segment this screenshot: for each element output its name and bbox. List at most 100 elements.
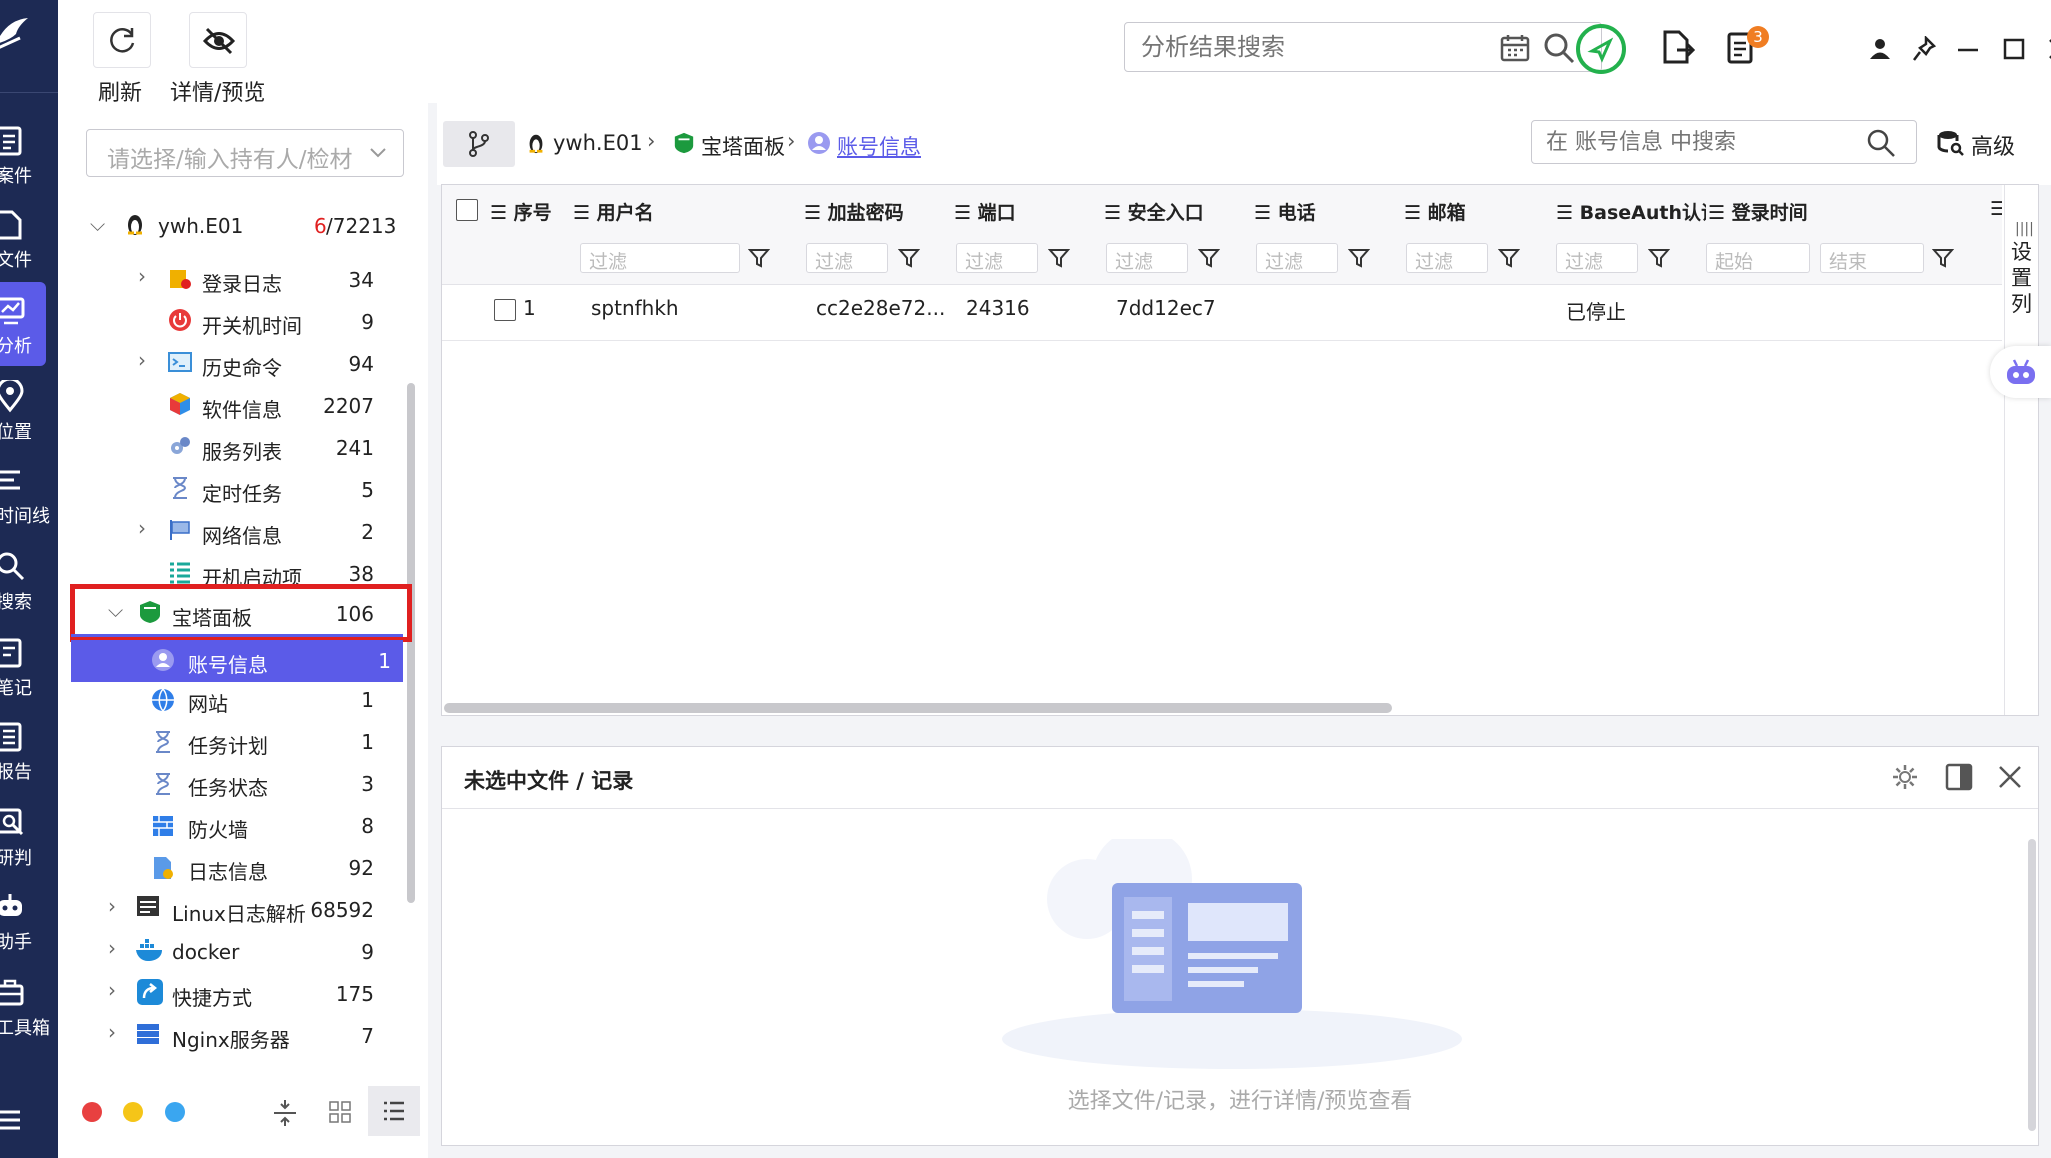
rail-item-report[interactable]: 报告 [0,708,58,792]
filter-login-time-end[interactable]: 结束 [1820,243,1924,273]
rail-item-case[interactable]: 案件 [0,112,58,196]
rail-item-search[interactable]: 搜索 [0,538,58,622]
tree-item-cron-task[interactable]: 定时任务 5 [138,470,400,510]
chevron-right-icon[interactable]: › [138,348,146,372]
filter-username[interactable]: 过滤 [580,243,740,273]
rail-item-timeline[interactable]: 时间线 [0,452,58,536]
tree-item-account-info[interactable]: 账号信息 1 [71,640,403,682]
horizontal-scrollbar[interactable] [444,703,1392,713]
filter-icon[interactable] [1348,247,1370,269]
chevron-right-icon[interactable]: › [108,1020,116,1044]
user-icon[interactable] [1869,38,1891,60]
filter-icon[interactable] [1932,247,1954,269]
chevron-down-icon[interactable]: ⌵ [90,212,105,236]
filter-icon[interactable] [748,247,770,269]
column-header-security-entry[interactable]: ☰ 安全入口 [1104,198,1204,225]
tree-item-task-status[interactable]: 任务状态 3 [151,764,400,804]
gear-icon[interactable] [1891,763,1919,791]
status-check-icon[interactable] [1575,23,1627,75]
filter-icon[interactable] [1048,247,1070,269]
color-dot-yellow[interactable] [123,1102,143,1122]
refresh-button[interactable] [93,12,151,68]
filter-icon[interactable] [1198,247,1220,269]
tree-item-service-list[interactable]: 服务列表 241 [138,428,400,468]
column-header-baseauth[interactable]: ☰ BaseAuth认证 [1556,198,1706,225]
search-icon[interactable] [1543,32,1575,64]
row-checkbox[interactable] [494,299,516,321]
pin-icon[interactable] [1912,36,1936,62]
rail-item-location[interactable]: 位置 [0,368,58,452]
tree-item-shortcut[interactable]: › 快捷方式 175 [108,974,400,1014]
filter-baseauth[interactable]: 过滤 [1556,243,1638,273]
breadcrumb-mid[interactable]: 宝塔面板 [701,131,785,161]
filter-phone[interactable]: 过滤 [1256,243,1338,273]
chevron-right-icon[interactable]: › [138,264,146,288]
grid-view-icon[interactable] [328,1100,352,1124]
split-panel-icon[interactable] [1945,763,1973,791]
tree-item-website[interactable]: 网站 1 [151,680,400,720]
tree-root-ywh[interactable]: ⌵ ywh.E01 6 /72213 [90,206,400,246]
tree-item-docker[interactable]: › docker 9 [108,932,400,972]
color-dot-blue[interactable] [165,1102,185,1122]
rail-item-toolbox[interactable]: 工具箱 [0,964,58,1048]
search-icon[interactable] [1866,128,1896,158]
filter-security-entry[interactable]: 过滤 [1106,243,1188,273]
rail-item-analysis[interactable]: 分析 [0,282,46,366]
filter-icon[interactable] [1648,247,1670,269]
close-icon[interactable] [1998,765,2022,789]
filter-email[interactable]: 过滤 [1406,243,1488,273]
chevron-right-icon[interactable]: › [108,936,116,960]
settings-column-strip[interactable]: |||| 设置列 [2004,185,2038,715]
filter-salted-password[interactable]: 过滤 [806,243,888,273]
holder-select[interactable]: 请选择/输入持有人/检材 [86,129,404,177]
select-all-checkbox[interactable] [456,199,478,221]
collapse-all-icon[interactable] [272,1098,298,1128]
list-view-button[interactable] [368,1086,420,1136]
grid-search-input[interactable] [1546,127,1846,157]
branch-button[interactable] [443,121,515,167]
details-preview-button[interactable] [189,12,247,68]
filter-login-time-start[interactable]: 起始 [1706,243,1810,273]
analysis-search-input[interactable] [1141,31,1481,63]
breadcrumb-root[interactable]: ywh.E01 [553,131,643,155]
export-file-icon[interactable] [1661,30,1695,66]
column-header-email[interactable]: ☰ 邮箱 [1404,198,1466,225]
minimize-icon[interactable] [1958,48,1978,52]
filter-icon[interactable] [1498,247,1520,269]
column-header-phone[interactable]: ☰ 电话 [1254,198,1316,225]
rail-item-assistant[interactable]: 助手 [0,878,58,962]
chevron-right-icon[interactable]: › [138,516,146,540]
filter-port[interactable]: 过滤 [956,243,1038,273]
preview-scrollbar[interactable] [2028,839,2036,1131]
tree-item-task-plan[interactable]: 任务计划 1 [151,722,400,762]
column-header-salted-password[interactable]: ☰ 加盐密码 [804,198,904,225]
rail-item-judge[interactable]: 研判 [0,794,58,878]
color-dot-red[interactable] [82,1102,102,1122]
tree-item-nginx[interactable]: › Nginx服务器 7 [108,1016,400,1056]
maximize-icon[interactable] [2003,38,2025,60]
chevron-right-icon[interactable]: › [108,894,116,918]
column-header-username[interactable]: ☰ 用户名 [573,198,654,225]
rail-item-files[interactable]: 文件 [0,196,58,280]
calendar-icon[interactable] [1500,34,1530,62]
analysis-search-box[interactable] [1124,22,1602,72]
tree-item-linux-log[interactable]: › Linux日志解析 68592 [108,890,400,930]
filter-icon[interactable] [898,247,920,269]
tree-item-log-info[interactable]: 日志信息 92 [151,848,400,888]
menu-icon[interactable] [0,1108,24,1132]
column-header-login-time[interactable]: ☰ 登录时间 [1708,198,1808,225]
tree-item-power-time[interactable]: 开关机时间 9 [138,302,400,342]
rail-item-notes[interactable]: 笔记 [0,624,58,708]
tree-item-network-info[interactable]: › 网络信息 2 [138,512,400,552]
chevron-right-icon[interactable]: › [108,978,116,1002]
tree-item-login-log[interactable]: › 登录日志 34 [138,260,400,300]
breadcrumb-current[interactable]: 账号信息 [837,131,921,161]
sidebar-scrollbar[interactable] [407,383,415,903]
tree-item-firewall[interactable]: 防火墙 8 [151,806,400,846]
column-header-more[interactable]: ☰ [1990,198,2002,220]
tree-item-software-info[interactable]: 软件信息 2207 [138,386,400,426]
column-header-index[interactable]: ☰ 序号 [490,198,552,225]
column-header-port[interactable]: ☰ 端口 [954,198,1016,225]
tree-item-history-command[interactable]: › 历史命令 94 [138,344,400,384]
assistant-float-button[interactable] [1990,346,2051,398]
